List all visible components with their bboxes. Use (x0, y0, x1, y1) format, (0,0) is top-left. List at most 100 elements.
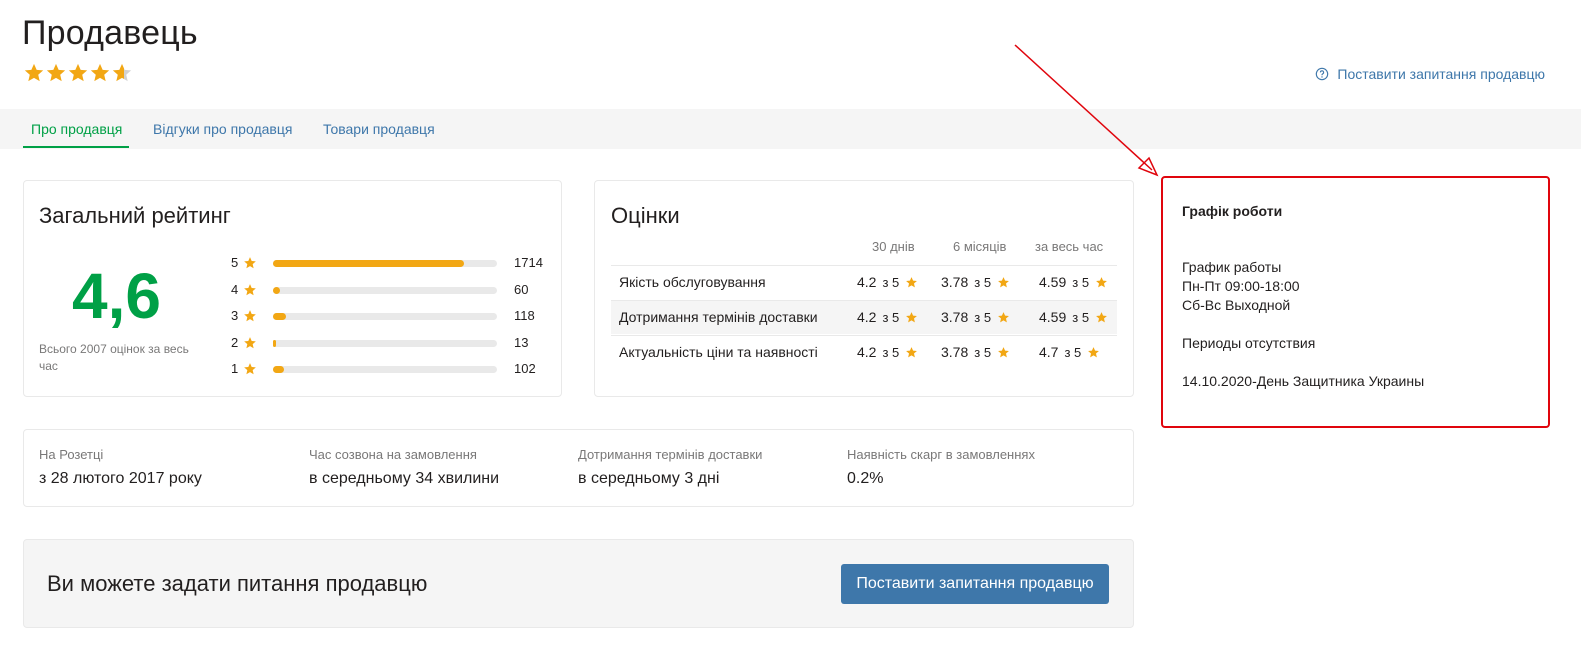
score-scale: з 5 (974, 344, 992, 360)
seller-rating-stars (23, 62, 133, 84)
score-scale: з 5 (882, 344, 900, 360)
score-value: 4.59 з 5 (1039, 274, 1108, 290)
star-icon (90, 63, 110, 82)
score-scale: з 5 (1072, 309, 1090, 325)
overall-rating-card: Загальний рейтинг 4,6 Всього 2007 оцінок… (23, 180, 562, 397)
rating-distribution-row: 3 118 (231, 306, 551, 326)
score-scale: з 5 (974, 274, 992, 290)
star-icon (906, 346, 918, 357)
score-number: 4.2 (857, 344, 877, 360)
star-icon (46, 63, 66, 82)
rating-count: 60 (514, 281, 529, 297)
rating-bar (273, 313, 497, 320)
rating-bar-fill (273, 339, 276, 347)
star-icon (998, 276, 1009, 287)
star-icon (1096, 311, 1107, 322)
score-value: 3.78 з 5 (941, 274, 1010, 290)
ask-seller-link-label: Поставити запитання продавцю (1337, 66, 1545, 82)
column-header-all-time: за весь час (1035, 239, 1104, 254)
star-icon (24, 63, 44, 82)
row-divider (611, 300, 1117, 301)
star-level: 1 (231, 361, 239, 376)
rating-bar (273, 339, 497, 347)
rating-bar (273, 286, 497, 294)
rating-count: 118 (514, 308, 535, 323)
tab-seller-reviews[interactable]: Відгуки про продавця (153, 121, 292, 137)
rating-distribution-row: 4 60 (231, 280, 551, 300)
rating-bar-fill (273, 260, 465, 267)
star-level: 5 (231, 255, 239, 270)
star-icon (68, 63, 88, 82)
rating-count: 13 (514, 334, 529, 350)
score-value: 3.78 з 5 (941, 309, 1010, 325)
row-divider (611, 265, 1117, 266)
info-label: Час созвона на замовлення (309, 447, 477, 462)
rating-bar-fill (273, 286, 280, 294)
schedule-line: 14.10.2020-День Защитника Украины (1182, 373, 1425, 389)
info-label: Наявність скарг в замовленнях (847, 447, 1035, 462)
scores-card: Оцінки 30 днів 6 місяців за весь час Які… (594, 180, 1134, 397)
schedule-line: Пн-Пт 09:00-18:00 (1182, 278, 1300, 294)
seller-info-card: На Розетці з 28 лютого 2017 року Час соз… (23, 429, 1134, 507)
rating-bar-fill (273, 366, 285, 373)
scores-title: Оцінки (611, 203, 680, 228)
star-icon (1088, 346, 1100, 357)
score-number: 4.59 (1039, 274, 1067, 290)
schedule-line: График работы (1182, 259, 1282, 275)
ask-seller-link[interactable]: Поставити запитання продавцю (1315, 66, 1545, 82)
star-icon (244, 363, 256, 375)
ask-question-section: Ви можете задати питання продавцю Постав… (23, 539, 1134, 628)
tab-seller-products[interactable]: Товари продавця (323, 121, 435, 137)
tab-about-seller[interactable]: Про продавця (31, 121, 122, 137)
star-icon (1096, 276, 1107, 287)
rating-distribution-row: 2 13 (231, 333, 551, 353)
rating-distribution-row: 1 102 (231, 359, 551, 379)
score-row: Дотримання термінів доставки 4.2 з 5 3.78 з … (611, 300, 1117, 334)
info-label: На Розетці (39, 447, 104, 462)
star-level: 3 (231, 308, 239, 323)
score-row: Актуальність ціни та наявності 4.2 з 5 3.78… (611, 335, 1117, 369)
score-scale: з 5 (974, 309, 992, 325)
score-number: 4.2 (857, 274, 877, 290)
rating-bar (273, 260, 497, 267)
score-number: 3.78 (941, 309, 969, 325)
page-title: Продавець (22, 14, 198, 52)
score-number: 3.78 (941, 344, 969, 360)
score-scale: з 5 (882, 309, 900, 325)
schedule-title: Графік роботи (1182, 203, 1283, 219)
score-number: 4.59 (1039, 309, 1067, 325)
total-ratings-note: Всього 2007 оцінок за весь час (39, 342, 189, 373)
score-value: 3.78 з 5 (941, 344, 1010, 360)
work-schedule-box: Графік роботи График работы Пн-Пт 09:00-… (1161, 176, 1550, 428)
star-icon (244, 257, 256, 269)
score-row: Якість обслуговування 4.2 з 5 3.78 з 5 4.59 з … (611, 265, 1117, 299)
rating-count: 1714 (514, 255, 543, 270)
info-label: Дотримання термінів доставки (578, 447, 763, 462)
score-scale: з 5 (882, 274, 900, 290)
star-icon (906, 311, 918, 322)
schedule-line: Сб-Вс Выходной (1182, 297, 1291, 313)
star-icon (906, 276, 918, 287)
column-header-6-months: 6 місяців (953, 239, 1007, 254)
star-icon (998, 311, 1009, 322)
ask-seller-button[interactable]: Поставити запитання продавцю (841, 564, 1109, 604)
star-icon (244, 336, 256, 348)
half-star-icon (112, 63, 132, 82)
star-icon (244, 310, 256, 322)
tab-bar: Про продавця Відгуки про продавця Товари… (0, 109, 1581, 149)
score-value: 4.59 з 5 (1039, 309, 1108, 325)
score-criterion: Якість обслуговування (619, 274, 766, 290)
rating-count: 102 (514, 361, 536, 376)
question-circle-icon (1316, 67, 1329, 81)
score-value: 4.2 з 5 (857, 274, 918, 290)
info-value: з 28 лютого 2017 року (39, 470, 202, 487)
active-tab-indicator (23, 146, 129, 148)
score-criterion: Дотримання термінів доставки (619, 309, 818, 325)
rating-bar-fill (273, 313, 287, 320)
overall-rating-title: Загальний рейтинг (39, 203, 231, 228)
overall-rating-value: 4,6 (72, 260, 161, 332)
score-criterion: Актуальність ціни та наявності (619, 344, 818, 360)
score-value: 4.2 з 5 (857, 344, 918, 360)
schedule-line: Периоды отсутствия (1182, 335, 1316, 351)
score-number: 4.2 (857, 309, 877, 325)
